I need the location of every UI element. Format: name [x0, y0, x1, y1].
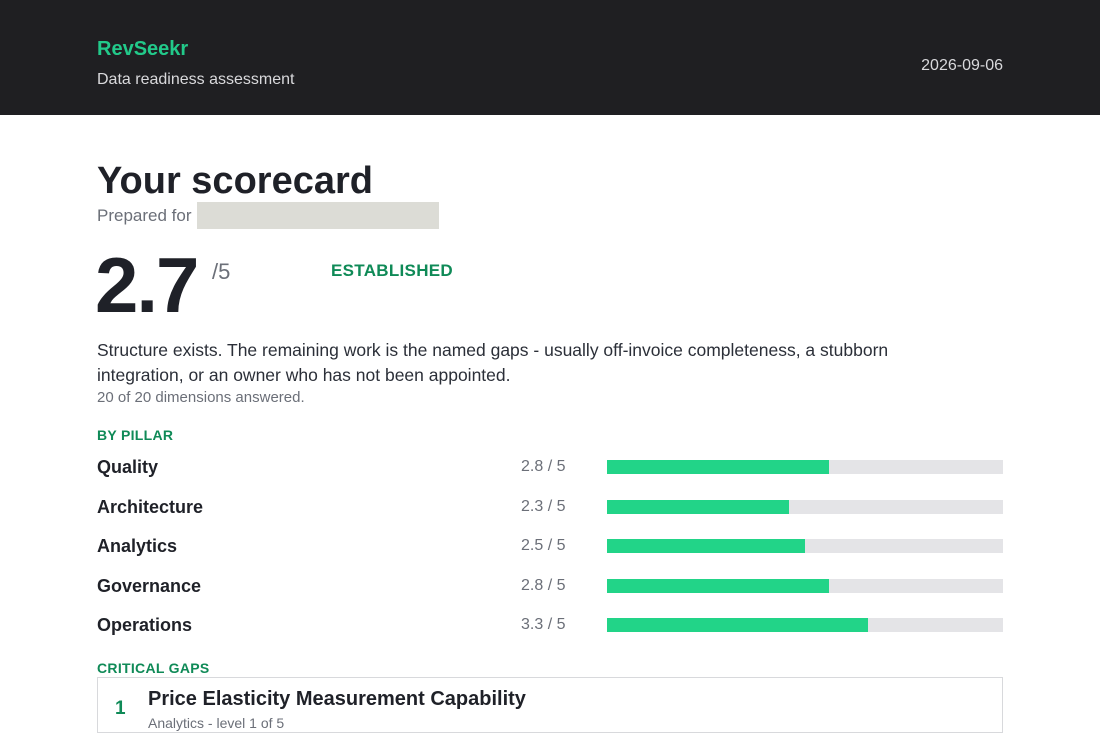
answered-count: 20 of 20 dimensions answered.	[97, 389, 305, 406]
pillar-score: 2.5 / 5	[521, 537, 566, 554]
pillar-bar-fill	[607, 500, 790, 514]
pillar-bar-track	[607, 579, 1003, 593]
pillar-score: 2.8 / 5	[521, 577, 566, 594]
pillar-name: Quality	[97, 457, 159, 477]
overall-score: 2.7	[95, 241, 199, 329]
pillar-bar-track	[607, 500, 1003, 514]
page-title: Your scorecard	[97, 160, 373, 202]
pillar-name: Governance	[97, 576, 202, 596]
gap-title: Price Elasticity Measurement Capability	[148, 688, 526, 710]
prepared-for-label: Prepared for	[97, 205, 192, 225]
pillar-bar-track	[607, 539, 1003, 553]
pillar-row-operations: Operations 3.3 / 5	[97, 613, 1003, 637]
pillar-bar-track	[607, 618, 1003, 632]
gaps-section-label: CRITICAL GAPS	[97, 660, 210, 676]
pillar-bar-fill	[607, 579, 829, 593]
pillar-score: 2.8 / 5	[521, 458, 566, 475]
pillar-row-analytics: Analytics 2.5 / 5	[97, 534, 1003, 558]
gap-card[interactable]: 1 Price Elasticity Measurement Capabilit…	[97, 677, 1003, 733]
pillar-score: 2.3 / 5	[521, 498, 566, 515]
score-summary: Structure exists. The remaining work is …	[97, 340, 889, 385]
overall-score-max: /5	[212, 259, 231, 284]
brand-tagline: Data readiness assessment	[97, 71, 295, 88]
pillar-bar-fill	[607, 539, 805, 553]
pillars-section-label: BY PILLAR	[97, 427, 174, 443]
pillar-row-governance: Governance 2.8 / 5	[97, 574, 1003, 598]
pillar-bar-fill	[607, 618, 869, 632]
pillar-name: Architecture	[97, 497, 204, 517]
pillar-score: 3.3 / 5	[521, 616, 566, 633]
pillar-bar-track	[607, 460, 1003, 474]
pillar-name: Analytics	[97, 536, 178, 556]
pillar-bar-fill	[607, 460, 829, 474]
top-bar: RevSeekr Data readiness assessment 2026-…	[0, 0, 1100, 115]
maturity-tier-badge: ESTABLISHED	[331, 261, 453, 280]
pillar-row-quality: Quality 2.8 / 5	[97, 455, 1003, 479]
report-date: 2026-09-06	[921, 57, 1003, 74]
gap-rank: 1	[115, 698, 126, 719]
redacted-client-name	[196, 202, 439, 229]
brand-logo[interactable]: RevSeekr	[97, 38, 188, 61]
pillar-name: Operations	[97, 615, 193, 635]
gap-meta: Analytics - level 1 of 5	[148, 715, 285, 731]
prepared-for: Prepared for	[97, 202, 439, 229]
pillar-row-architecture: Architecture 2.3 / 5	[97, 495, 1003, 519]
